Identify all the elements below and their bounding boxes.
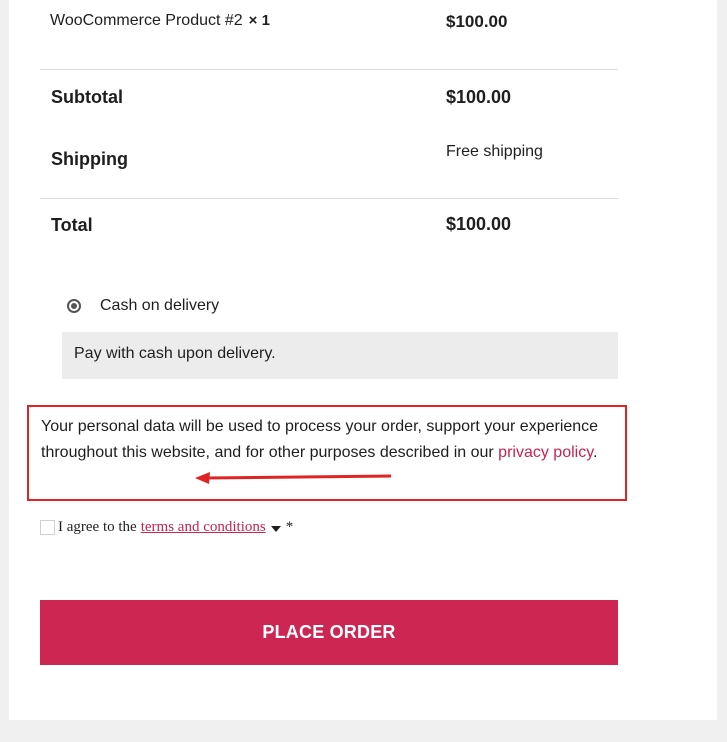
divider xyxy=(40,69,618,70)
privacy-text-end: . xyxy=(593,444,598,461)
product-quantity: × 1 xyxy=(248,12,270,29)
payment-method-cod[interactable]: Cash on delivery xyxy=(67,297,219,315)
product-name: WooCommerce Product #2 xyxy=(50,12,243,29)
total-value: $100.00 xyxy=(446,214,512,234)
required-mark: * xyxy=(285,519,294,535)
terms-row: I agree to the terms and conditions * xyxy=(40,519,293,536)
terms-link[interactable]: terms and conditions xyxy=(141,519,266,536)
payment-radio[interactable] xyxy=(67,299,81,313)
privacy-policy-link[interactable]: privacy policy xyxy=(498,444,593,461)
divider xyxy=(40,198,618,199)
privacy-notice: Your personal data will be used to proce… xyxy=(27,405,627,501)
place-order-button[interactable]: PLACE ORDER xyxy=(40,600,618,665)
subtotal-label: Subtotal xyxy=(51,87,123,107)
caret-down-icon[interactable] xyxy=(270,525,281,532)
terms-prefix: I agree to the xyxy=(58,519,137,535)
total-label: Total xyxy=(51,215,93,235)
shipping-label: Shipping xyxy=(51,149,128,169)
terms-checkbox[interactable] xyxy=(40,520,55,535)
product-price: $100.00 xyxy=(446,12,508,31)
payment-method-label[interactable]: Cash on delivery xyxy=(100,297,219,315)
subtotal-value: $100.00 xyxy=(446,87,512,107)
product-line: WooCommerce Product #2 × 1 xyxy=(50,12,270,30)
arrow-annotation-icon xyxy=(195,472,392,484)
shipping-value: Free shipping xyxy=(446,143,543,160)
payment-description: Pay with cash upon delivery. xyxy=(62,332,618,379)
